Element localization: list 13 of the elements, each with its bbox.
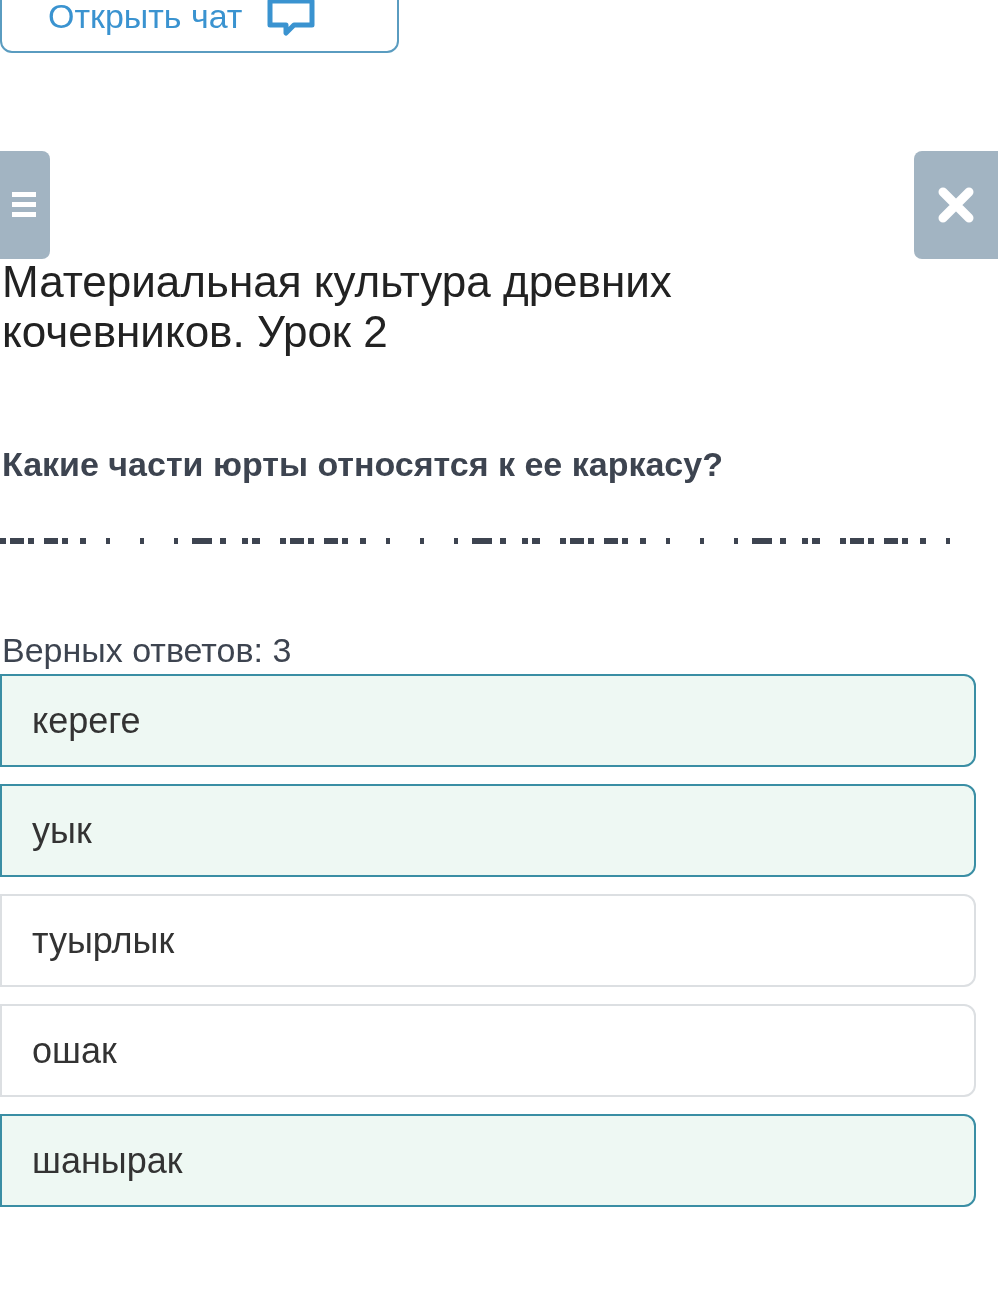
answer-option[interactable]: уык (0, 784, 976, 877)
correct-answers-count: Верных ответов: 3 (1, 630, 292, 670)
answer-option[interactable]: шанырак (0, 1114, 976, 1207)
lesson-title: Материальная культура древних кочевников. Урок 2 (1, 257, 673, 357)
menu-button[interactable] (0, 151, 50, 259)
answer-option[interactable]: ошак (0, 1004, 976, 1097)
menu-icon (12, 190, 38, 220)
answer-option[interactable]: кереге (0, 674, 976, 767)
close-button[interactable] (914, 151, 998, 259)
answer-option[interactable]: туырлык (0, 894, 976, 987)
question-text: Какие части юрты относятся к ее каркасу? (1, 444, 724, 485)
chat-icon (266, 0, 317, 37)
close-icon (937, 186, 975, 224)
